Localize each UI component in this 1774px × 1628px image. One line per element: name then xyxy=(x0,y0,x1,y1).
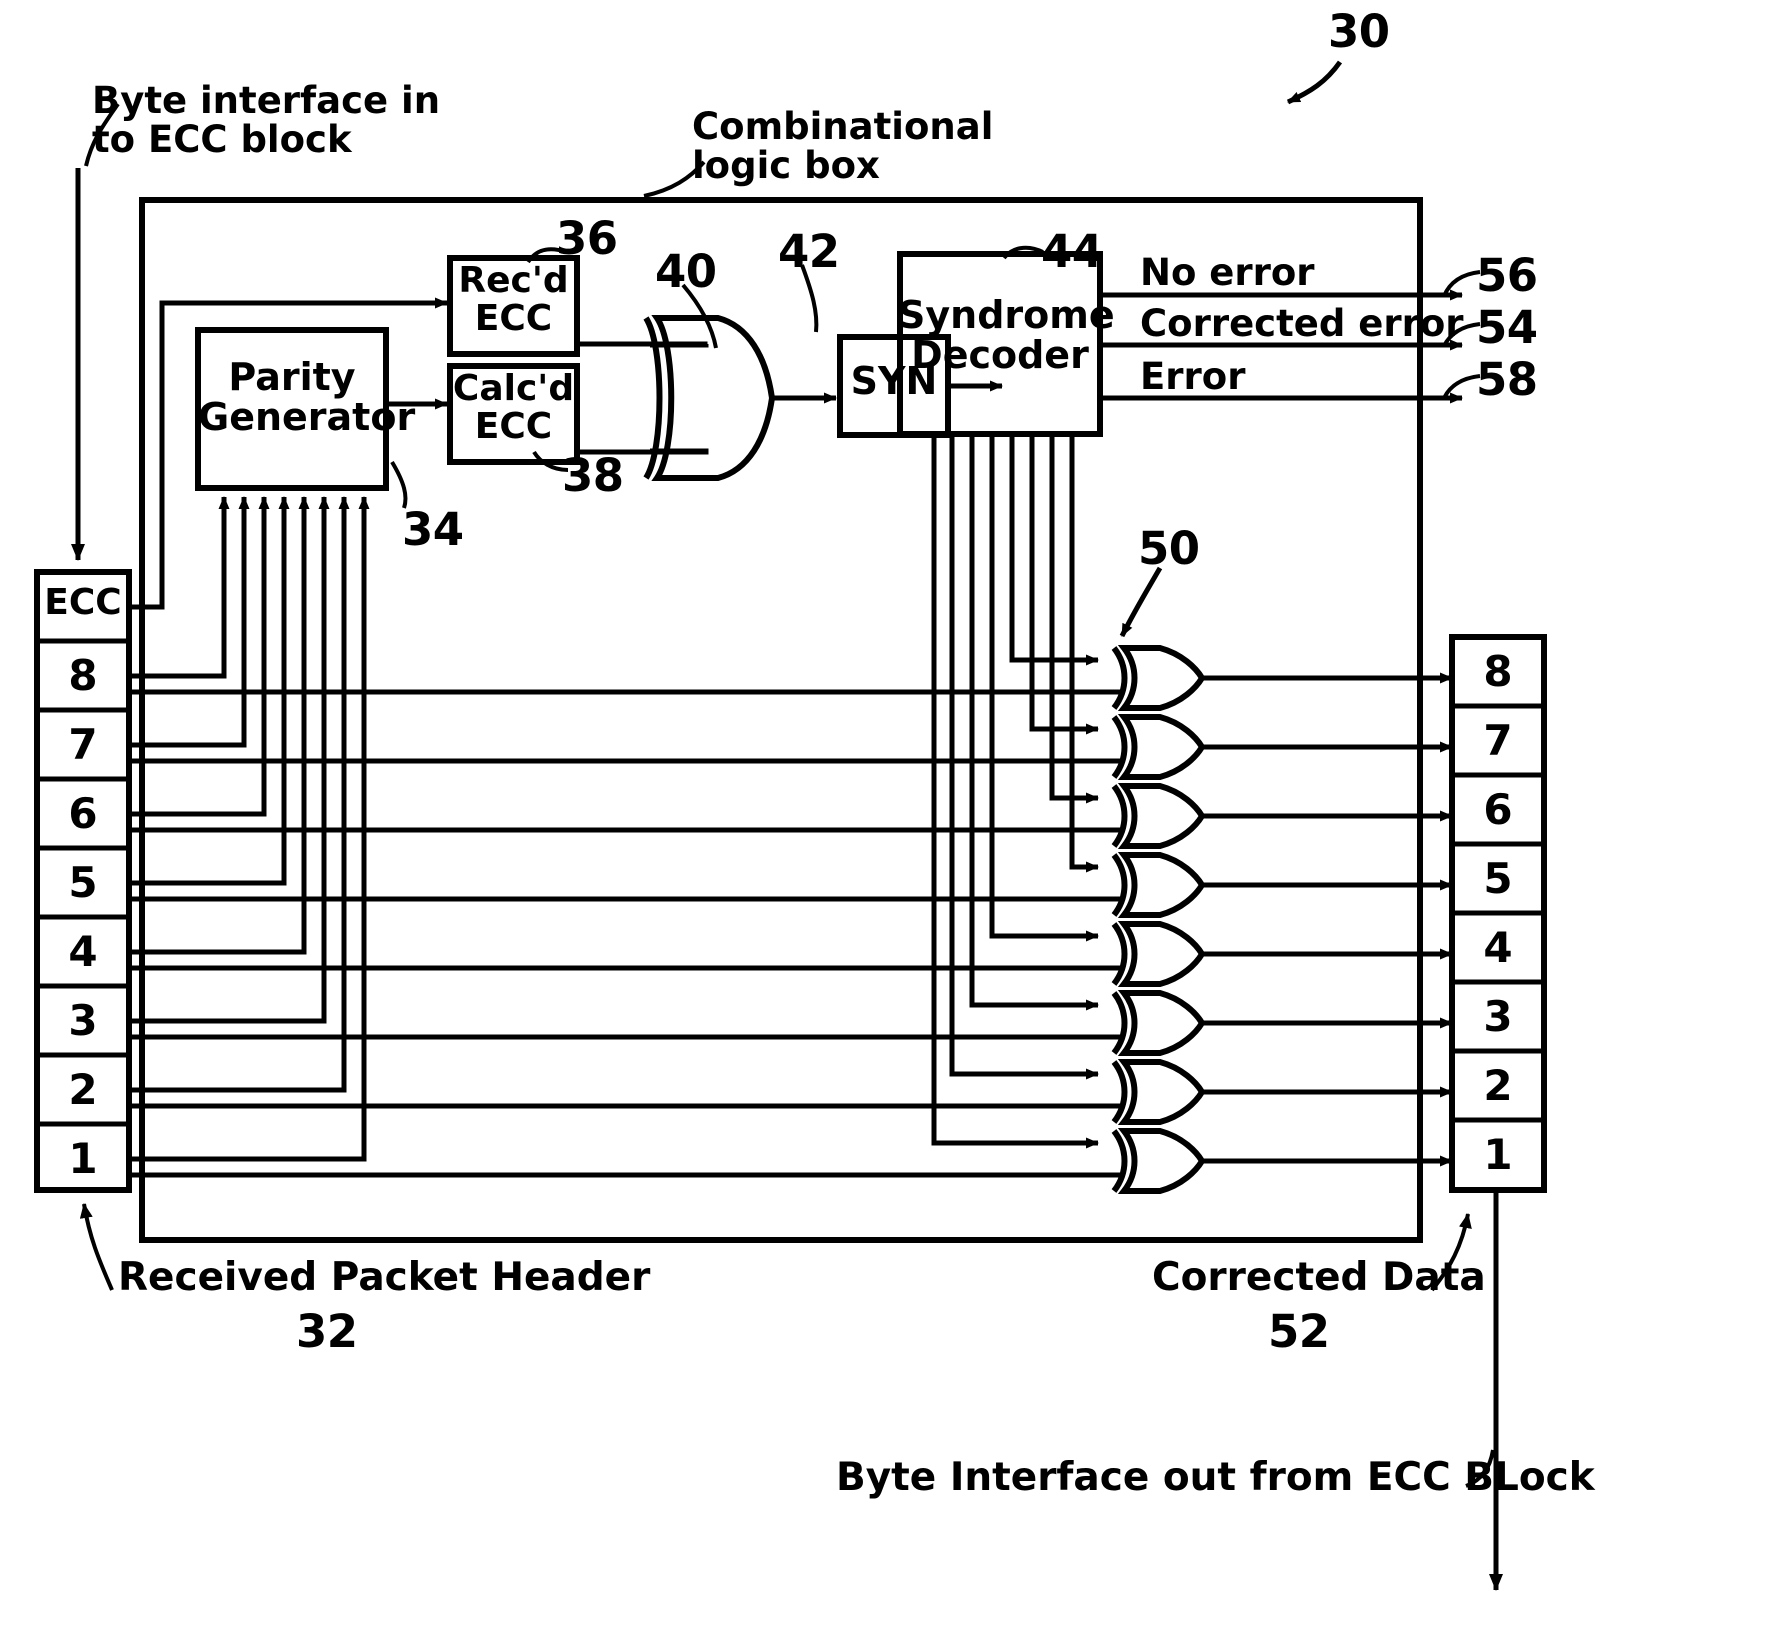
output-cell-4: 4 xyxy=(1483,923,1513,972)
input-register-caption: Received Packet Header xyxy=(118,1255,651,1300)
syndrome-decoder-label: Syndrome Decoder xyxy=(898,293,1115,377)
output-cell-2: 2 xyxy=(1483,1061,1513,1110)
output-register-ref: 52 xyxy=(1268,1305,1330,1358)
parity-generator-label: Parity Generator xyxy=(198,355,416,439)
input-cell-2: 2 xyxy=(68,1065,98,1114)
ref-38: 38 xyxy=(562,449,624,502)
ref-42: 42 xyxy=(778,225,840,278)
ref-50: 50 xyxy=(1138,522,1200,575)
correction-xor-1 xyxy=(1117,1128,1206,1194)
output-annotation: Byte Interface out from ECC BLock xyxy=(836,1455,1595,1500)
correction-xor-2 xyxy=(1117,1059,1206,1125)
input-register-ref: 32 xyxy=(296,1305,358,1358)
correction-xor-5 xyxy=(1117,852,1206,918)
correction-xor-4 xyxy=(1117,921,1206,987)
calcd-ecc-label: Calc'd ECC xyxy=(452,368,575,447)
input-cell-7: 7 xyxy=(68,720,98,769)
correction-xor-7 xyxy=(1117,714,1206,780)
ref-36: 36 xyxy=(556,212,618,265)
correction-xor-8 xyxy=(1117,645,1206,711)
output-cell-8: 8 xyxy=(1483,647,1513,696)
output-cell-1: 1 xyxy=(1483,1130,1513,1179)
correction-xor-6 xyxy=(1117,783,1206,849)
input-cell-3: 3 xyxy=(68,996,98,1045)
ref-34: 34 xyxy=(402,503,464,556)
input-cell-ecc: ECC xyxy=(44,582,122,623)
output-cell-5: 5 xyxy=(1483,854,1513,903)
output-cell-3: 3 xyxy=(1483,992,1513,1041)
ecc-to-recd-path xyxy=(129,297,448,610)
output-cell-6: 6 xyxy=(1483,785,1513,834)
correction-xor-3 xyxy=(1117,990,1206,1056)
input-annotation: Byte interface in to ECC block xyxy=(92,79,441,161)
input-cell-4: 4 xyxy=(68,927,98,976)
recd-ecc-label: Rec'd ECC xyxy=(458,260,569,339)
input-cell-8: 8 xyxy=(68,651,98,700)
output-cell-7: 7 xyxy=(1483,716,1513,765)
status-label-error: Error xyxy=(1140,355,1246,398)
status-label-corrected-error: Corrected error xyxy=(1140,302,1464,345)
input-cell-1: 1 xyxy=(68,1134,98,1183)
figure-canvas: Byte interface in to ECC block Combinati… xyxy=(0,0,1774,1628)
ref-30: 30 xyxy=(1328,5,1390,58)
status-label-no-error: No error xyxy=(1140,251,1315,294)
ref-58: 58 xyxy=(1476,353,1538,406)
ref-54: 54 xyxy=(1476,301,1538,354)
output-register-caption: Corrected Data xyxy=(1152,1255,1486,1300)
input-cell-5: 5 xyxy=(68,858,98,907)
input-cell-6: 6 xyxy=(68,789,98,838)
ref-44: 44 xyxy=(1041,225,1103,278)
ref-40: 40 xyxy=(655,245,717,298)
ref-56: 56 xyxy=(1476,249,1538,302)
combinational-annotation: Combinational logic box xyxy=(692,105,994,187)
